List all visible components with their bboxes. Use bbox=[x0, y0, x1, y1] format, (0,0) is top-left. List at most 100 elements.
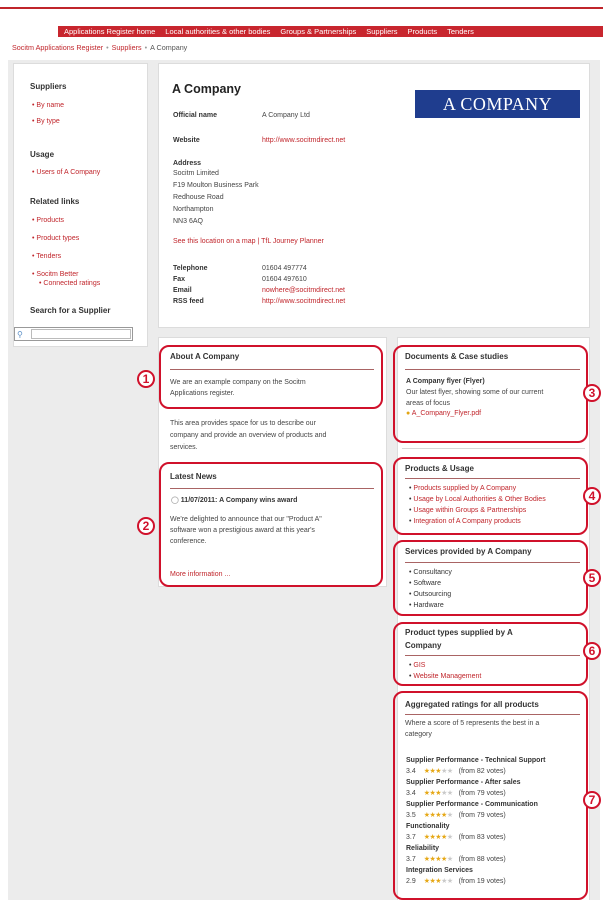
breadcrumb-current: A Company bbox=[150, 43, 188, 52]
documents-title: Documents & Case studies bbox=[405, 352, 509, 361]
about-text: Applications register. bbox=[170, 390, 235, 397]
address-line: F19 Moulton Business Park bbox=[173, 182, 259, 189]
sidebar-item-better-connected[interactable]: Socitm Better bbox=[32, 270, 78, 279]
star-rating-icon: ★★★★★ bbox=[423, 834, 453, 841]
document-file-link[interactable]: A_Company_Flyer.pdf bbox=[412, 410, 481, 417]
website-link[interactable]: http://www.socitmdirect.net bbox=[262, 137, 345, 144]
documents-rule bbox=[405, 369, 580, 370]
address-line: NN3 6AQ bbox=[173, 218, 203, 225]
callout-number-7: 7 bbox=[583, 791, 601, 809]
services-item: Outsourcing bbox=[409, 590, 451, 600]
company-logo: A COMPANY bbox=[415, 90, 580, 118]
news-headline-text: 11/07/2011: A Company wins award bbox=[180, 497, 298, 504]
rating-row: 3.5 ★★★★★ (from 79 votes) bbox=[406, 812, 506, 819]
services-title: Services provided by A Company bbox=[405, 547, 532, 556]
page-title: A Company bbox=[172, 82, 241, 96]
sidebar-item-users[interactable]: Users of A Company bbox=[32, 168, 100, 177]
rating-row: 3.4 ★★★★★ (from 82 votes) bbox=[406, 768, 506, 775]
news-body: We're delighted to announce that our "Pr… bbox=[170, 516, 322, 523]
nav-local-authorities[interactable]: Local authorities & other bodies bbox=[165, 27, 270, 36]
nav-groups[interactable]: Groups & Partnerships bbox=[280, 27, 356, 36]
breadcrumb: Socitm Applications Register • Suppliers • A… bbox=[12, 43, 187, 52]
products-usage-rule bbox=[405, 478, 580, 479]
product-types-title-2: Company bbox=[405, 641, 442, 650]
search-icon[interactable]: ⚲ bbox=[17, 330, 23, 339]
sidebar-item-products[interactable]: Products bbox=[32, 216, 64, 225]
about-text: We are an example company on the Socitm bbox=[170, 379, 306, 386]
news-body: software won a prestigious award at this… bbox=[170, 527, 315, 534]
news-more-link[interactable]: More information ... bbox=[170, 570, 230, 580]
ratings-rule bbox=[405, 714, 580, 715]
sidebar-heading-usage: Usage bbox=[30, 150, 55, 159]
callout-number-5: 5 bbox=[583, 569, 601, 587]
about-extra: company and provide an overview of produ… bbox=[170, 432, 327, 439]
sidebar-item-product-types[interactable]: Product types bbox=[32, 234, 79, 243]
map-link[interactable]: See this location on a map bbox=[173, 238, 256, 245]
rating-name: Functionality bbox=[406, 823, 450, 830]
divider bbox=[402, 448, 585, 449]
ratings-note: category bbox=[405, 731, 432, 738]
breadcrumb-separator: • bbox=[106, 43, 109, 52]
news-rule bbox=[170, 488, 374, 489]
nav-products[interactable]: Products bbox=[408, 27, 438, 36]
rating-row: 3.4 ★★★★★ (from 79 votes) bbox=[406, 790, 506, 797]
products-usage-item[interactable]: Usage by Local Authorities & Other Bodie… bbox=[409, 495, 545, 505]
callout-number-2: 2 bbox=[137, 517, 155, 535]
services-rule bbox=[405, 562, 580, 563]
sidebar-item-by-type[interactable]: By type bbox=[32, 117, 59, 126]
callout-number-1: 1 bbox=[137, 370, 155, 388]
breadcrumb-separator: • bbox=[144, 43, 148, 52]
rating-name: Reliability bbox=[406, 845, 440, 852]
rating-row: 3.7 ★★★★★ (from 88 votes) bbox=[406, 856, 506, 863]
news-title: Latest News bbox=[170, 472, 217, 481]
rating-name: Integration Services bbox=[406, 867, 473, 874]
product-types-title: Product types supplied by A bbox=[405, 628, 513, 637]
fax-value: 01604 497610 bbox=[262, 276, 307, 283]
products-usage-item[interactable]: Integration of A Company products bbox=[409, 517, 520, 527]
about-rule bbox=[170, 369, 374, 370]
star-rating-icon: ★★★★★ bbox=[423, 856, 453, 863]
search-input[interactable] bbox=[31, 329, 131, 339]
breadcrumb-suppliers[interactable]: Suppliers bbox=[112, 43, 142, 52]
rating-name: Supplier Performance - Communication bbox=[406, 801, 538, 808]
star-rating-icon: ★★★★★ bbox=[423, 768, 453, 775]
product-types-rule bbox=[405, 655, 580, 656]
rating-name: Supplier Performance - Technical Support bbox=[406, 757, 546, 764]
news-headline: ◯ 11/07/2011: A Company wins award bbox=[171, 496, 297, 504]
sidebar-item-tenders[interactable]: Tenders bbox=[32, 252, 61, 261]
official-name-value: A Company Ltd bbox=[262, 112, 310, 119]
callout-number-4: 4 bbox=[583, 487, 601, 505]
star-rating-icon: ★★★★★ bbox=[423, 790, 453, 797]
services-item: Hardware bbox=[409, 601, 443, 611]
products-usage-item[interactable]: Usage within Groups & Partnerships bbox=[409, 506, 526, 516]
top-navigation: Applications Register home Local authori… bbox=[58, 26, 603, 37]
news-icon: ◯ bbox=[171, 497, 179, 504]
breadcrumb-register[interactable]: Socitm Applications Register bbox=[12, 43, 103, 52]
products-usage-title: Products & Usage bbox=[405, 464, 474, 473]
product-type-item[interactable]: Website Management bbox=[409, 672, 481, 682]
telephone-value: 01604 497774 bbox=[262, 265, 307, 272]
document-desc: areas of focus bbox=[406, 400, 450, 407]
ratings-note: Where a score of 5 represents the best i… bbox=[405, 720, 540, 727]
sidebar-item-by-name[interactable]: By name bbox=[32, 101, 64, 110]
star-rating-icon: ★★★★★ bbox=[423, 812, 453, 819]
rss-link[interactable]: http://www.socitmdirect.net bbox=[262, 298, 345, 305]
rating-row: 2.9 ★★★★★ (from 19 votes) bbox=[406, 878, 506, 885]
news-body: conference. bbox=[170, 538, 207, 545]
email-link[interactable]: nowhere@socitmdirect.net bbox=[262, 287, 345, 294]
products-usage-item[interactable]: Products supplied by A Company bbox=[409, 484, 516, 494]
journey-planner-link[interactable]: TfL Journey Planner bbox=[261, 238, 324, 245]
website-label: Website bbox=[173, 137, 200, 144]
fax-label: Fax bbox=[173, 276, 186, 283]
sidebar-heading-related: Related links bbox=[30, 197, 80, 206]
nav-tenders[interactable]: Tenders bbox=[447, 27, 474, 36]
sidebar-item-better-connected-2[interactable]: Connected ratings bbox=[39, 279, 100, 288]
rating-row: 3.7 ★★★★★ (from 83 votes) bbox=[406, 834, 506, 841]
product-type-item[interactable]: GIS bbox=[409, 661, 425, 671]
sidebar-heading-suppliers: Suppliers bbox=[30, 82, 67, 91]
nav-home[interactable]: Applications Register home bbox=[64, 27, 155, 36]
sidebar-heading-search: Search for a Supplier bbox=[30, 306, 111, 315]
nav-suppliers[interactable]: Suppliers bbox=[366, 27, 397, 36]
about-extra: This area provides space for us to descr… bbox=[170, 420, 316, 427]
about-extra: services. bbox=[170, 444, 198, 451]
